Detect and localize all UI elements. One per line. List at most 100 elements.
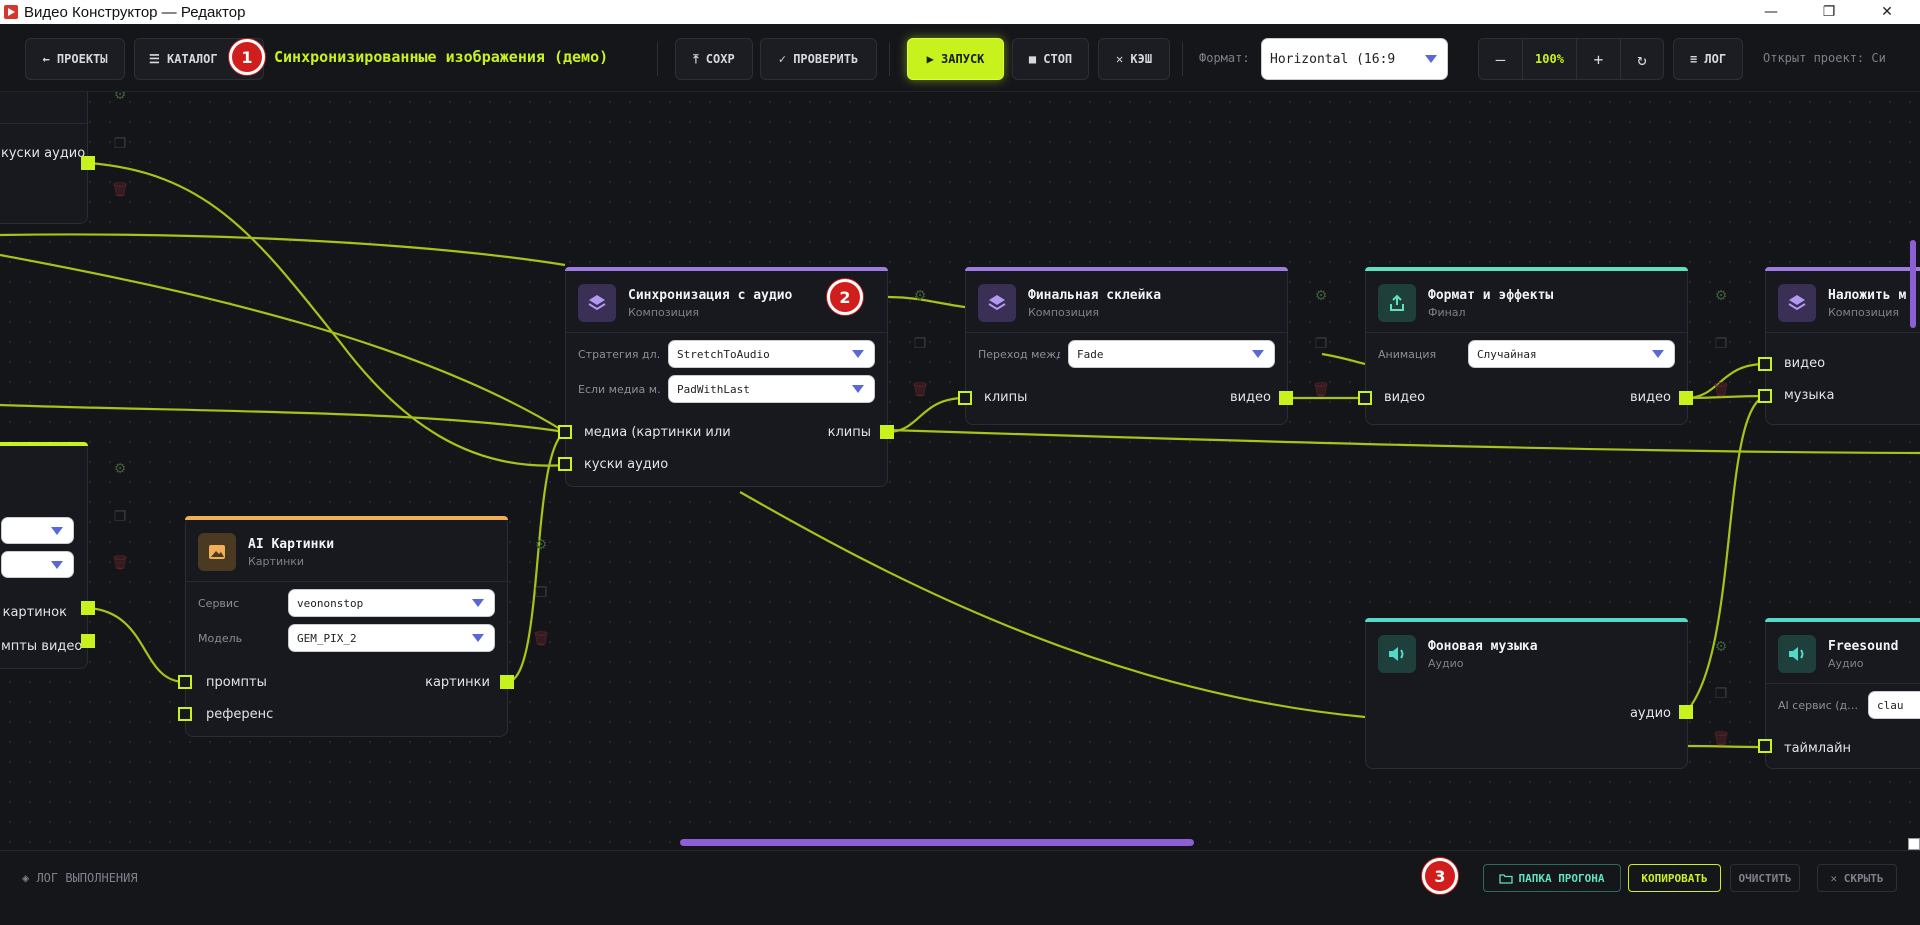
wire [87, 161, 566, 467]
output-port[interactable] [1679, 391, 1693, 405]
trash-icon[interactable]: 🗑 [532, 630, 550, 648]
node-format-effects[interactable]: Формат и эффекты Финал Анимация Случайна… [1365, 267, 1688, 425]
trash-icon[interactable]: 🗑 [1712, 381, 1730, 399]
toolbar-divider [1182, 42, 1183, 76]
wire [87, 606, 186, 684]
wire [0, 233, 566, 267]
node-canvas[interactable]: куски аудио ⚙ ❐ 🗑 картинок мпты видео ⚙ … [0, 92, 1920, 850]
run-button[interactable]: ▶ ЗАПУСК [907, 38, 1004, 80]
stop-button[interactable]: ■ СТОП [1012, 38, 1089, 80]
chevron-down-icon [1252, 350, 1264, 358]
param-select[interactable] [1, 517, 74, 544]
port-label: промпты [206, 675, 267, 690]
wire [1321, 352, 1366, 366]
chevron-down-icon [51, 526, 63, 535]
service-select[interactable]: veononstop [288, 589, 495, 617]
output-port[interactable] [81, 601, 95, 615]
save-button[interactable]: ⤒ СОХР [675, 38, 753, 80]
node-ai-images[interactable]: AI Картинки Картинки Сервис veononstop М… [185, 516, 508, 737]
output-port[interactable] [500, 675, 514, 689]
input-port[interactable] [1758, 389, 1772, 403]
close-window-button[interactable]: ✕ [1864, 0, 1910, 24]
clear-log-button[interactable]: ОЧИСТИТЬ [1730, 864, 1800, 892]
model-select[interactable]: GEM_PIX_2 [288, 624, 495, 652]
hide-log-button[interactable]: ✕ СКРЫТЬ [1817, 864, 1897, 892]
gear-icon[interactable]: ⚙ [532, 536, 550, 554]
node-title: Фоновая музыка [1428, 639, 1538, 654]
node-subtitle: Картинки [248, 555, 305, 568]
ai-service-select[interactable]: clau [1868, 691, 1920, 719]
zoom-controls: — 100% + ↻ [1478, 38, 1664, 80]
copy-icon[interactable]: ❐ [111, 508, 129, 526]
port-label: клипы [827, 425, 871, 440]
port-label: таймлайн [1784, 741, 1852, 756]
strategy-select[interactable]: StretchToAudio [668, 340, 875, 368]
node-overlay-music[interactable]: Наложить м Композиция видео музыка [1765, 267, 1920, 425]
clear-cache-button[interactable]: ✕ КЭШ [1098, 38, 1170, 80]
trash-icon[interactable]: 🗑 [911, 381, 929, 399]
node-final-splice[interactable]: Финальная склейка Композиция Переход меж… [965, 267, 1288, 425]
output-port[interactable] [880, 425, 894, 439]
check-button[interactable]: ✓ ПРОВЕРИТЬ [760, 38, 877, 80]
minimize-button[interactable]: — [1748, 0, 1794, 24]
zoom-in-button[interactable]: + [1577, 39, 1621, 79]
horizontal-scrollbar[interactable] [680, 839, 1194, 846]
port-label: музыка [1784, 388, 1835, 403]
port-label: видео [1384, 390, 1426, 405]
resize-handle[interactable] [1908, 838, 1920, 850]
annotation-marker-1: 1 [229, 39, 265, 75]
trash-icon[interactable]: 🗑 [1712, 730, 1730, 748]
output-port[interactable] [81, 156, 95, 170]
zoom-reset-button[interactable]: ↻ [1621, 39, 1663, 79]
gear-icon[interactable]: ⚙ [1712, 287, 1730, 305]
format-select[interactable]: Horizontal (16:9 [1261, 38, 1448, 80]
input-port[interactable] [178, 707, 192, 721]
gear-icon[interactable]: ⚙ [1312, 287, 1330, 305]
animation-select[interactable]: Случайная [1468, 340, 1675, 368]
copy-log-button[interactable]: КОПИРОВАТЬ [1628, 864, 1721, 892]
run-folder-button[interactable]: ПАПКА ПРОГОНА [1483, 864, 1621, 892]
port-label: картинок [2, 605, 67, 620]
input-port[interactable] [958, 391, 972, 405]
zoom-out-button[interactable]: — [1479, 39, 1523, 79]
gear-icon[interactable]: ⚙ [111, 460, 129, 478]
vertical-scrollbar[interactable] [1910, 240, 1916, 328]
copy-icon[interactable]: ❐ [111, 135, 129, 153]
node-freesound[interactable]: Freesound Аудио AI сервис (д… clau таймл… [1765, 618, 1920, 769]
gear-icon[interactable]: ⚙ [1712, 638, 1730, 656]
gear-icon[interactable]: ⚙ [111, 92, 129, 104]
projects-button[interactable]: ← ПРОЕКТЫ [25, 38, 125, 80]
copy-icon[interactable]: ❐ [1312, 335, 1330, 353]
trash-icon[interactable]: 🗑 [1312, 381, 1330, 399]
input-port[interactable] [1758, 739, 1772, 753]
log-button[interactable]: ≡ ЛОГ [1673, 38, 1743, 80]
node-background-music[interactable]: Фоновая музыка Аудио аудио [1365, 618, 1688, 769]
node-title: Формат и эффекты [1428, 288, 1554, 303]
padding-select[interactable]: PadWithLast [668, 375, 875, 403]
node-left-top[interactable]: куски аудио [0, 92, 88, 224]
run-folder-label: ПАПКА ПРОГОНА [1518, 871, 1605, 885]
input-port[interactable] [1358, 391, 1372, 405]
maximize-button[interactable]: ❐ [1806, 0, 1852, 24]
copy-icon[interactable]: ❐ [911, 335, 929, 353]
param-label: Модель [198, 632, 243, 645]
copy-icon[interactable]: ❐ [532, 584, 550, 602]
port-label: референс [206, 707, 274, 722]
output-port[interactable] [81, 634, 95, 648]
input-port[interactable] [558, 457, 572, 471]
select-value: GEM_PIX_2 [297, 631, 357, 645]
node-left-mid[interactable]: картинок мпты видео [0, 442, 88, 669]
gear-icon[interactable]: ⚙ [911, 287, 929, 305]
output-port[interactable] [1679, 705, 1693, 719]
output-port[interactable] [1279, 391, 1293, 405]
node-subtitle: Композиция [1028, 306, 1100, 319]
trash-icon[interactable]: 🗑 [111, 181, 129, 199]
trash-icon[interactable]: 🗑 [111, 554, 129, 572]
transition-select[interactable]: Fade [1068, 340, 1275, 368]
input-port[interactable] [178, 675, 192, 689]
copy-icon[interactable]: ❐ [1712, 335, 1730, 353]
input-port[interactable] [558, 425, 572, 439]
input-port[interactable] [1758, 357, 1772, 371]
copy-icon[interactable]: ❐ [1712, 685, 1730, 703]
param-select[interactable] [1, 551, 74, 578]
